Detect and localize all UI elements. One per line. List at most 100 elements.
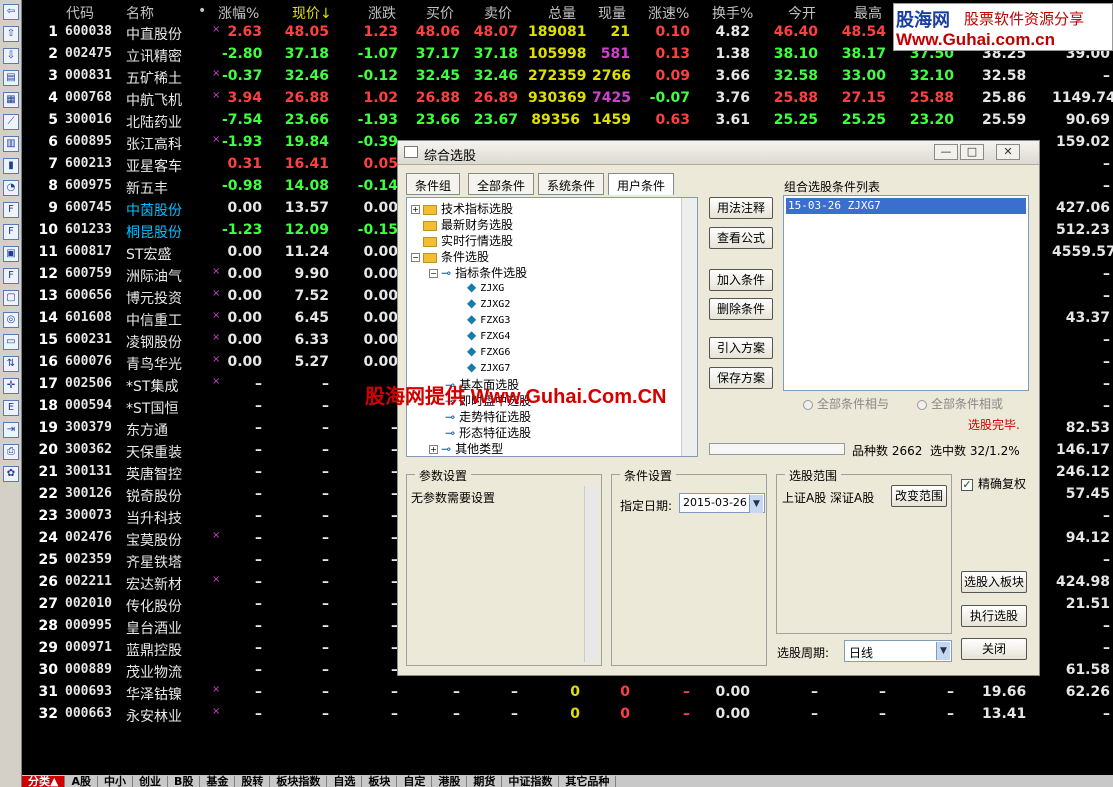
collapse-icon[interactable]: − bbox=[429, 269, 438, 278]
formula-leaf[interactable]: ◆ FZXG3 bbox=[467, 312, 510, 326]
report-icon[interactable]: ▤ bbox=[3, 70, 19, 86]
tree-indicator-conditions[interactable]: − ⊸ 指标条件选股 bbox=[429, 264, 527, 281]
etf-icon[interactable]: E bbox=[3, 400, 19, 416]
back-icon[interactable]: ⇦ bbox=[3, 4, 19, 20]
screen-icon[interactable]: ▢ bbox=[3, 290, 19, 306]
condition-list-item[interactable]: 15-03-26 ZJXG7 bbox=[786, 198, 1026, 214]
tree-pattern[interactable]: ⊸ 形态特征选股 bbox=[445, 424, 531, 441]
tree-folder-tech[interactable]: + 技术指标选股 bbox=[411, 200, 513, 217]
target-icon[interactable]: ✛ bbox=[3, 378, 19, 394]
chevron-down-icon[interactable]: ▼ bbox=[749, 495, 763, 513]
category-tab[interactable]: 其它品种 bbox=[559, 776, 617, 787]
exact-adjust-checkbox[interactable]: ✓ 精确复权 bbox=[961, 475, 1026, 492]
to-block-button[interactable]: 选股入板块 bbox=[961, 571, 1027, 593]
column-header[interactable]: 卖价 bbox=[484, 3, 512, 23]
arrow-icon[interactable]: ⇅ bbox=[3, 356, 19, 372]
down-icon[interactable]: ⇩ bbox=[3, 48, 19, 64]
tab-system-conditions[interactable]: 系统条件 bbox=[538, 173, 605, 195]
column-header[interactable]: 总量 bbox=[548, 3, 576, 23]
formula-leaf[interactable]: ◆ FZXG4 bbox=[467, 328, 510, 342]
category-tab[interactable]: 自选 bbox=[327, 776, 363, 787]
up-icon[interactable]: ⇧ bbox=[3, 26, 19, 42]
chart-icon[interactable]: ⟋ bbox=[3, 114, 19, 130]
column-header[interactable]: 买价 bbox=[426, 3, 454, 23]
tree-scrollbar[interactable] bbox=[681, 198, 697, 456]
column-header[interactable]: 现价↓ bbox=[292, 3, 332, 23]
tree-folder-conditions[interactable]: − 条件选股 bbox=[411, 248, 489, 265]
column-header[interactable]: 换手% bbox=[712, 3, 753, 23]
tab-user-conditions[interactable]: 用户条件 bbox=[608, 173, 675, 195]
usage-button[interactable]: 用法注释 bbox=[709, 197, 773, 219]
formula-leaf[interactable]: ◆ FZXG6 bbox=[467, 344, 510, 358]
save-plan-button[interactable]: 保存方案 bbox=[709, 367, 773, 389]
tree-folder-finance[interactable]: 最新财务选股 bbox=[411, 216, 513, 233]
expand-icon[interactable]: + bbox=[429, 445, 438, 454]
f2-icon[interactable]: F bbox=[3, 268, 19, 284]
formula-button[interactable]: 查看公式 bbox=[709, 227, 773, 249]
circle-icon[interactable]: ◎ bbox=[3, 312, 19, 328]
column-header[interactable]: 今开 bbox=[788, 3, 816, 23]
category-tab[interactable]: 板块 bbox=[362, 776, 398, 787]
category-tab[interactable]: 基金 bbox=[200, 776, 236, 787]
import-plan-button[interactable]: 引入方案 bbox=[709, 337, 773, 359]
category-tab[interactable]: 自定 bbox=[397, 776, 433, 787]
close-button[interactable]: 关闭 bbox=[961, 638, 1027, 660]
candle-icon[interactable]: ▮ bbox=[3, 158, 19, 174]
radio-or[interactable]: 全部条件相或 bbox=[917, 395, 1003, 412]
category-tab[interactable]: 中证指数 bbox=[502, 776, 560, 787]
category-tab[interactable]: 分类▲ bbox=[22, 776, 66, 787]
category-tab[interactable]: A股 bbox=[65, 776, 98, 787]
f10-icon[interactable]: F bbox=[3, 224, 19, 240]
category-tab[interactable]: 港股 bbox=[432, 776, 468, 787]
tab-condition-group[interactable]: 条件组 bbox=[406, 173, 461, 195]
column-header[interactable]: 代码 bbox=[66, 3, 94, 23]
param-scrollbar[interactable] bbox=[584, 486, 598, 662]
table-row[interactable]: 5 300016 北陆药业 -7.54 23.66 -1.93 23.66 23.67 8935… bbox=[22, 110, 1113, 132]
minimize-button[interactable]: — bbox=[934, 144, 958, 160]
table-row[interactable]: 32 000663 永安林业 × – – – – – 0 0 – 0.00 – – – 13.41 – bbox=[22, 704, 1113, 726]
print-icon[interactable]: ⎙ bbox=[3, 444, 19, 460]
column-header[interactable]: 名称 bbox=[126, 3, 154, 23]
date-select[interactable]: 2015-03-26 ▼ bbox=[679, 493, 765, 513]
column-header[interactable]: 涨速% bbox=[648, 3, 689, 23]
formula-leaf[interactable]: ◆ ZJXG bbox=[467, 280, 504, 294]
tree-other[interactable]: + ⊸ 其他类型 bbox=[429, 440, 503, 456]
collapse-icon[interactable]: − bbox=[411, 253, 420, 262]
column-header[interactable]: 涨跌 bbox=[368, 3, 396, 23]
fa-icon[interactable]: F bbox=[3, 202, 19, 218]
category-tab[interactable]: 创业 bbox=[133, 776, 168, 787]
grid-icon[interactable]: ▦ bbox=[3, 92, 19, 108]
category-tab[interactable]: 期货 bbox=[467, 776, 503, 787]
table-icon[interactable]: ▥ bbox=[3, 136, 19, 152]
period-select[interactable]: 日线 ▼ bbox=[844, 640, 952, 662]
formula-leaf[interactable]: ◆ ZJXG2 bbox=[467, 296, 510, 310]
expand-icon[interactable]: + bbox=[411, 205, 420, 214]
news-icon[interactable]: ▣ bbox=[3, 246, 19, 262]
tab-all-conditions[interactable]: 全部条件 bbox=[468, 173, 535, 195]
category-tab[interactable]: 板块指数 bbox=[270, 776, 328, 787]
change-range-button[interactable]: 改变范围 bbox=[891, 485, 947, 507]
folder-icon[interactable]: ▭ bbox=[3, 334, 19, 350]
table-row[interactable]: 3 000831 五矿稀土 × -0.37 32.46 -0.12 32.45 32.46 272… bbox=[22, 66, 1113, 88]
category-tab[interactable]: 中小 bbox=[98, 776, 133, 787]
chevron-down-icon[interactable]: ▼ bbox=[936, 642, 950, 660]
tree-trend[interactable]: ⊸ 走势特征选股 bbox=[445, 408, 531, 425]
formula-leaf[interactable]: ◆ ZJXG7 bbox=[467, 360, 510, 374]
condition-list[interactable]: 15-03-26 ZJXG7 bbox=[783, 195, 1029, 391]
delete-condition-button[interactable]: 删除条件 bbox=[709, 298, 773, 320]
column-header[interactable]: • bbox=[198, 3, 206, 19]
column-header[interactable]: 涨幅% bbox=[218, 3, 259, 23]
add-condition-button[interactable]: 加入条件 bbox=[709, 269, 773, 291]
column-header[interactable]: 现量 bbox=[598, 3, 626, 23]
category-tab[interactable]: 股转 bbox=[235, 776, 271, 787]
tree-folder-realtime[interactable]: 实时行情选股 bbox=[411, 232, 513, 249]
table-row[interactable]: 31 000693 华泽钴镍 × – – – – – 0 0 – 0.00 – – – 19.66 62.26 bbox=[22, 682, 1113, 704]
category-tab[interactable]: B股 bbox=[168, 776, 201, 787]
dashboard-icon[interactable]: ◔ bbox=[3, 180, 19, 196]
radio-and[interactable]: 全部条件相与 bbox=[803, 395, 889, 412]
gear-icon[interactable]: ✿ bbox=[3, 466, 19, 482]
table-row[interactable]: 4 000768 中航飞机 × 3.94 26.88 1.02 26.88 26.89 93036… bbox=[22, 88, 1113, 110]
maximize-button[interactable]: □ bbox=[960, 144, 984, 160]
export-icon[interactable]: ⇥ bbox=[3, 422, 19, 438]
run-screen-button[interactable]: 执行选股 bbox=[961, 605, 1027, 627]
